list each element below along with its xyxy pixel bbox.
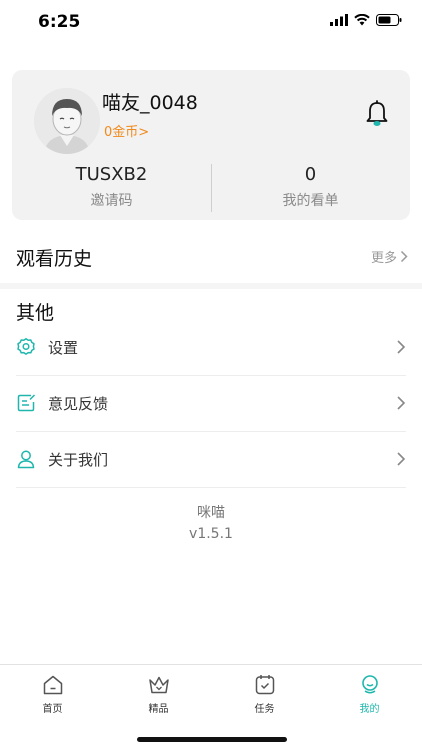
status-icons: [330, 14, 402, 26]
home-icon: [43, 675, 62, 695]
menu-label-about: 关于我们: [48, 451, 109, 469]
battery-icon: [376, 14, 402, 26]
signal-icon: [330, 14, 348, 26]
tab-home[interactable]: 首页: [0, 673, 105, 715]
watchlist-label: 我的看单: [282, 193, 339, 209]
tab-mine[interactable]: 我的: [317, 673, 422, 715]
tab-tasks[interactable]: 任务: [212, 673, 317, 715]
home-indicator: [137, 737, 287, 742]
username: 喵友_0048: [102, 92, 198, 114]
avatar[interactable]: [34, 88, 100, 154]
more-link[interactable]: 更多: [371, 247, 408, 266]
profile-stats: TUSXB2 邀请码 0 我的看单: [12, 162, 410, 214]
task-icon: [255, 675, 274, 695]
chevron-right-icon: [397, 340, 406, 354]
invite-code-value: TUSXB2: [75, 164, 148, 185]
menu-item-settings[interactable]: 设置: [16, 320, 406, 376]
person-icon: [17, 450, 35, 469]
watch-history-title: 观看历史: [16, 248, 93, 270]
app-name: 咪喵: [197, 505, 225, 521]
wifi-icon: [354, 14, 370, 26]
menu-item-about[interactable]: 关于我们: [16, 432, 406, 488]
menu-item-feedback[interactable]: 意见反馈: [16, 376, 406, 432]
tab-label-home: 首页: [42, 704, 63, 715]
section-divider-band: [0, 283, 422, 289]
tab-label-mine: 我的: [359, 704, 380, 715]
invite-code-stat[interactable]: TUSXB2 邀请码: [12, 162, 211, 210]
status-time: 6:25: [38, 12, 81, 32]
more-label: 更多: [370, 251, 397, 266]
profile-icon: [361, 675, 378, 694]
menu-label-feedback: 意见反馈: [48, 395, 109, 413]
status-bar: 6:25: [0, 0, 422, 48]
watchlist-stat[interactable]: 0 我的看单: [211, 162, 410, 210]
watchlist-count: 0: [304, 164, 317, 185]
gear-icon: [17, 338, 35, 355]
chevron-right-icon: [400, 250, 408, 263]
app-version: v1.5.1: [189, 526, 233, 542]
crown-icon: [148, 676, 169, 694]
profile-card: 喵友_0048 0金币> TUSXB2 邀请码 0 我的看单: [12, 70, 410, 220]
bell-icon[interactable]: [364, 100, 390, 128]
feedback-icon: [17, 394, 36, 412]
chevron-right-icon: [397, 452, 406, 466]
tab-label-premium: 精品: [148, 704, 169, 715]
tab-label-tasks: 任务: [254, 704, 275, 715]
watch-history-header: 观看历史 更多: [0, 236, 422, 280]
chevron-right-icon: [397, 396, 406, 410]
coins-link[interactable]: 0金币>: [104, 121, 149, 140]
invite-code-label: 邀请码: [90, 193, 133, 209]
tab-premium[interactable]: 精品: [106, 673, 211, 715]
avatar-face-icon: [34, 88, 100, 154]
menu-label-settings: 设置: [48, 339, 79, 357]
